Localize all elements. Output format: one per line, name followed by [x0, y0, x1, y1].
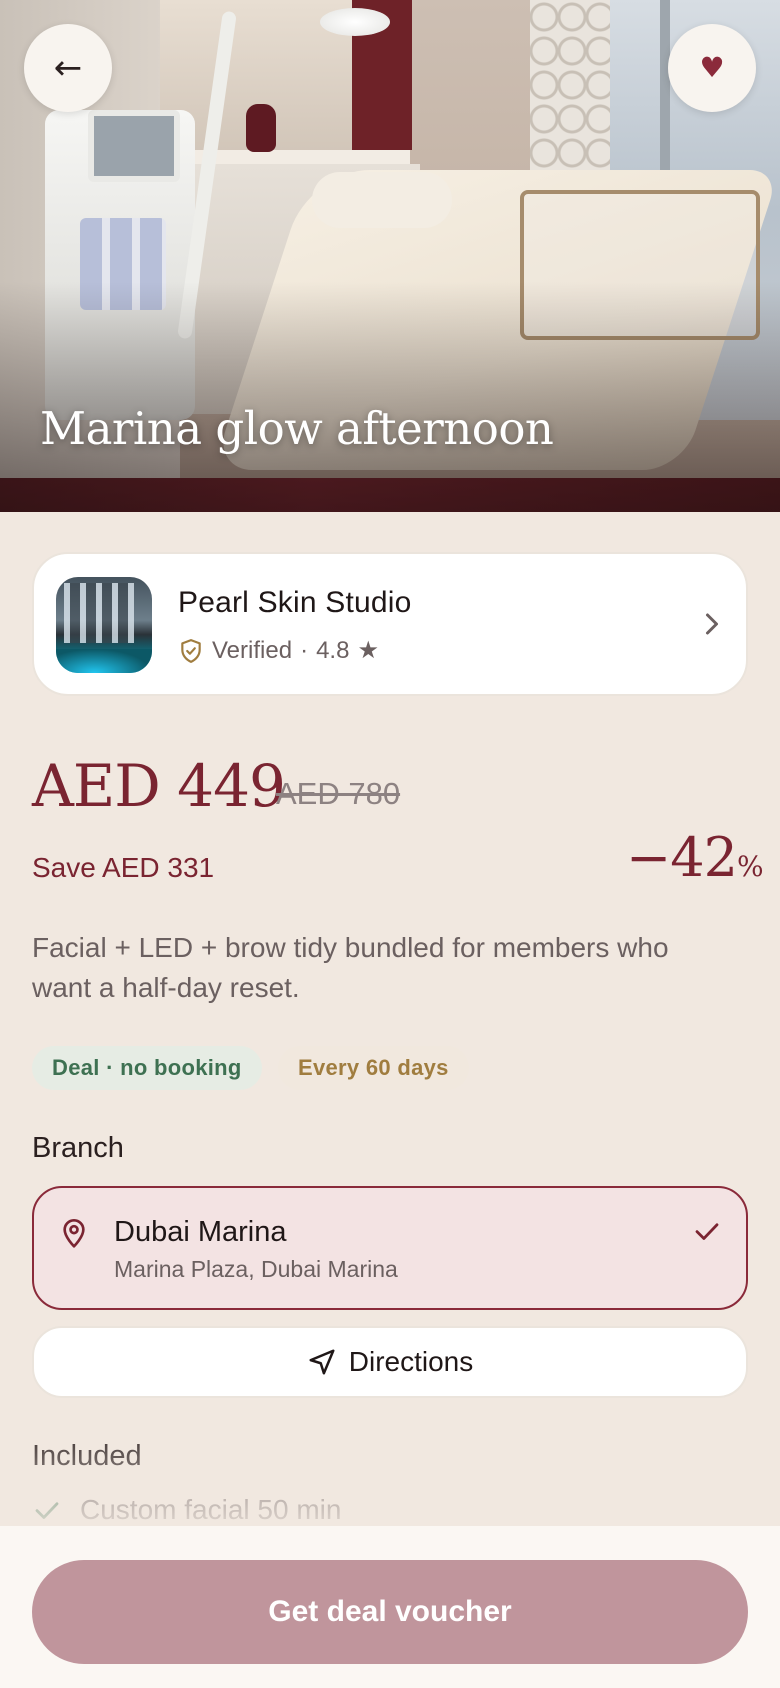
deal-title: Marina glow afternoon — [40, 402, 554, 455]
map-pin-icon — [63, 1219, 85, 1248]
star-icon: ★ — [357, 637, 379, 664]
directions-label: Directions — [348, 1346, 474, 1377]
studio-rating: 4.8 — [316, 636, 350, 664]
discount-badge: −42 % — [626, 826, 764, 889]
branch-section-title: Branch — [32, 1132, 124, 1164]
studio-meta: Verified · 4.8 ★ — [178, 636, 379, 665]
check-icon — [35, 1502, 59, 1519]
navigation-arrow-icon — [309, 1349, 335, 1375]
verified-label: Verified — [212, 636, 293, 664]
original-price: AED 780 — [276, 776, 401, 811]
tag-frequency: Every 60 days — [278, 1046, 469, 1090]
discount-value: −42 — [626, 826, 738, 889]
studio-logo-window — [64, 583, 134, 643]
studio-logo — [56, 577, 152, 673]
shield-check-icon — [181, 638, 201, 663]
studio-name: Pearl Skin Studio — [178, 586, 412, 619]
discount-unit: % — [736, 850, 764, 883]
branch-option-dubai-marina[interactable]: Dubai Marina Marina Plaza, Dubai Marina — [32, 1186, 748, 1310]
meta-separator: · — [300, 636, 309, 664]
check-icon — [695, 1223, 719, 1240]
favorite-button[interactable]: ♥ — [668, 24, 756, 112]
arrow-left-icon: ← — [53, 48, 83, 88]
hero-image: Marina glow afternoon — [0, 0, 780, 512]
cta-label: Get deal voucher — [268, 1595, 512, 1628]
included-item-label: Custom facial 50 min — [80, 1494, 342, 1525]
studio-card[interactable]: Pearl Skin Studio Verified · 4.8 ★ — [32, 552, 748, 696]
studio-logo-floor — [56, 649, 152, 673]
branch-address: Marina Plaza, Dubai Marina — [114, 1256, 398, 1282]
branch-name: Dubai Marina — [114, 1216, 287, 1248]
deal-description: Facial + LED + brow tidy bundled for mem… — [32, 932, 669, 1003]
get-deal-voucher-button[interactable]: Get deal voucher — [32, 1560, 748, 1664]
chevron-right-icon — [706, 613, 718, 635]
savings-text: Save AED 331 — [32, 852, 215, 883]
current-price: AED 449 — [32, 752, 286, 820]
heart-icon: ♥ — [699, 51, 725, 84]
tag-deal: Deal · no booking — [32, 1046, 262, 1090]
included-item: Custom facial 50 min — [32, 1494, 341, 1526]
directions-button[interactable]: Directions — [32, 1326, 748, 1398]
back-button[interactable]: ← — [24, 24, 112, 112]
included-section-title: Included — [32, 1440, 142, 1472]
